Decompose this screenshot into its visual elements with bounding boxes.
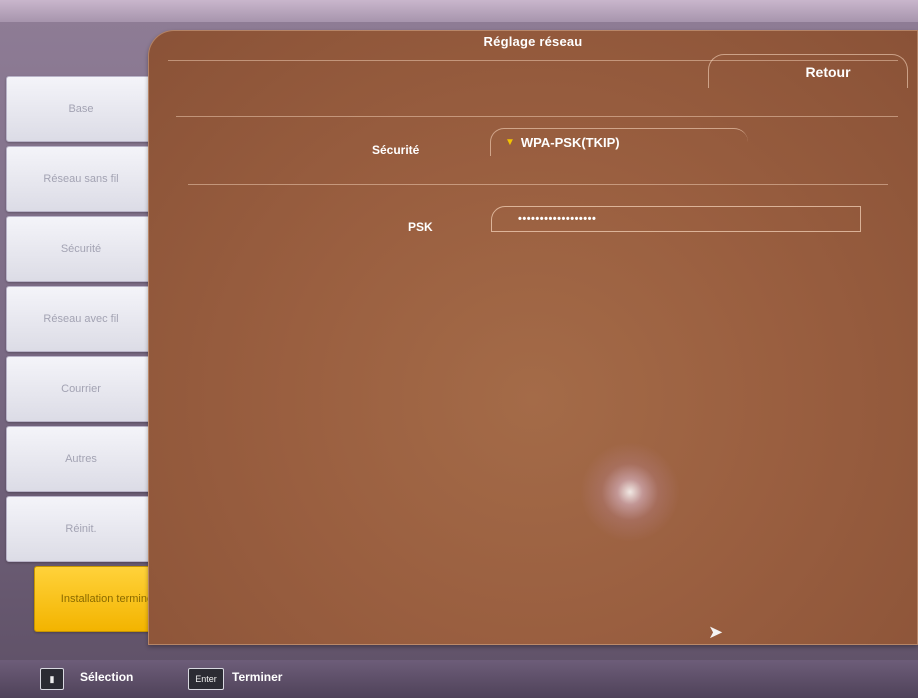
page-title: Réglage réseau xyxy=(483,34,583,49)
sidebar: Base Réseau sans fil Sécurité Réseau ave… xyxy=(6,76,186,636)
sidebar-item-label: Réseau sans fil xyxy=(43,173,119,185)
finish-hint[interactable]: Terminer xyxy=(232,670,282,684)
sidebar-item-mail[interactable]: Courrier xyxy=(6,356,156,422)
sidebar-item-wireless[interactable]: Réseau sans fil xyxy=(6,146,156,212)
sidebar-item-others[interactable]: Autres xyxy=(6,426,156,492)
sidebar-item-label: Base xyxy=(68,103,94,115)
sidebar-item-label: Sécurité xyxy=(60,243,102,255)
sidebar-item-label: Courrier xyxy=(61,383,101,395)
sidebar-item-label: Installation terminée xyxy=(60,593,160,605)
enter-key: Enter xyxy=(188,668,224,690)
sidebar-item-label: Réseau avec fil xyxy=(43,313,119,325)
security-dropdown[interactable]: ▼ WPA-PSK(TKIP) xyxy=(490,128,748,156)
settings-panel: Réglage réseau Retour Sécurité ▼ WPA-PSK… xyxy=(148,30,918,645)
mouse-cursor-icon: ➤ xyxy=(708,622,724,642)
back-button[interactable]: Retour xyxy=(708,54,908,88)
security-value: WPA-PSK(TKIP) xyxy=(520,135,620,150)
bottom-bar: ▮ Sélection Enter Terminer xyxy=(0,660,918,698)
pointer-glow xyxy=(580,442,680,542)
screen-top-edge xyxy=(0,0,918,22)
dpad-key-icon: ▮ xyxy=(40,668,64,690)
sidebar-item-reset[interactable]: Réinit. xyxy=(6,496,156,562)
psk-value: •••••••••••••••••• xyxy=(518,213,597,225)
dropdown-arrow-icon: ▼ xyxy=(505,137,515,148)
sidebar-item-wired[interactable]: Réseau avec fil xyxy=(6,286,156,352)
security-label: Sécurité xyxy=(372,143,420,157)
sidebar-item-base[interactable]: Base xyxy=(6,76,156,142)
select-hint: Sélection xyxy=(80,670,134,684)
divider xyxy=(176,116,898,117)
sidebar-item-label: Réinit. xyxy=(65,523,97,535)
psk-label: PSK xyxy=(408,220,433,234)
sidebar-item-security[interactable]: Sécurité xyxy=(6,216,156,282)
psk-input[interactable]: •••••••••••••••••• xyxy=(491,206,861,232)
divider xyxy=(188,184,888,185)
sidebar-item-label: Autres xyxy=(65,453,97,465)
